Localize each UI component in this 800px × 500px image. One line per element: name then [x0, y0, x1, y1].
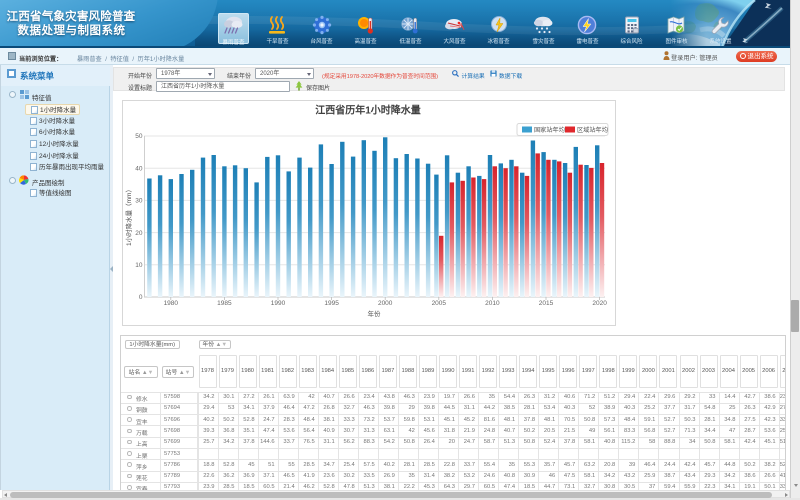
svg-text:2000: 2000	[378, 300, 393, 307]
svg-text:2020: 2020	[592, 300, 607, 307]
svg-text:1980: 1980	[164, 300, 179, 307]
svg-text:1985: 1985	[217, 300, 232, 307]
svg-text:1990: 1990	[271, 300, 286, 307]
svg-text:年份: 年份	[368, 309, 382, 318]
svg-text:2010: 2010	[485, 300, 500, 307]
svg-text:江西省历年1小时降水量: 江西省历年1小时降水量	[315, 104, 421, 117]
svg-text:50: 50	[135, 133, 143, 140]
svg-text:40: 40	[135, 165, 143, 172]
svg-text:区域站年均: 区域站年均	[577, 126, 608, 134]
svg-text:0: 0	[139, 294, 143, 301]
svg-text:1小时降水量（mm）: 1小时降水量（mm）	[124, 186, 133, 246]
svg-text:20: 20	[135, 230, 143, 237]
svg-text:30: 30	[135, 198, 143, 205]
svg-text:10: 10	[135, 262, 143, 269]
svg-text:2015: 2015	[539, 300, 554, 307]
svg-text:国家站年均: 国家站年均	[534, 126, 565, 134]
svg-text:1995: 1995	[324, 300, 339, 307]
svg-text:2005: 2005	[432, 300, 447, 307]
